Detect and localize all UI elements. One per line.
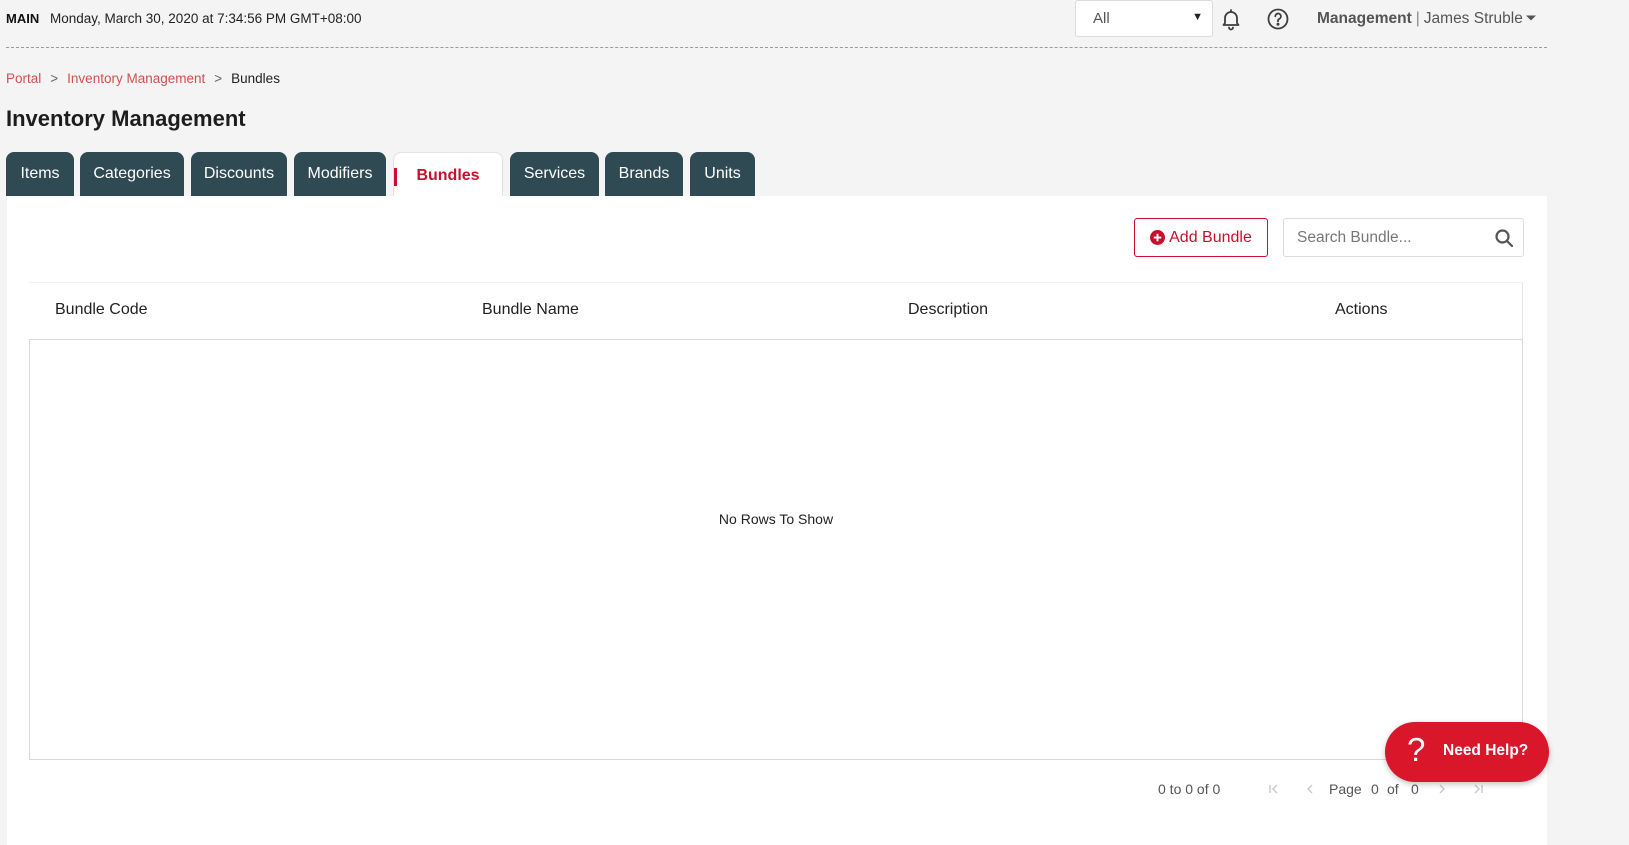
store-select-value: All: [1093, 10, 1110, 27]
need-help-button[interactable]: ? Need Help?: [1385, 722, 1549, 782]
caret-down-icon: ▼: [1192, 11, 1203, 23]
search-input[interactable]: [1297, 227, 1487, 249]
user-role: Management: [1317, 10, 1412, 27]
need-help-label: Need Help?: [1443, 742, 1529, 759]
breadcrumb-separator: >: [50, 71, 59, 86]
add-bundle-label: Add Bundle: [1169, 228, 1252, 246]
bundles-panel: Add Bundle Bundle Code Bundle Name Descr…: [7, 196, 1547, 845]
store-select[interactable]: All ▼: [1075, 0, 1213, 37]
current-datetime: Monday, March 30, 2020 at 7:34:56 PM GMT…: [50, 11, 362, 26]
pager-of-label: of: [1387, 781, 1399, 797]
tab-modifiers[interactable]: Modifiers: [294, 152, 386, 196]
bell-icon[interactable]: [1219, 7, 1243, 31]
pager-total-pages: 0: [1411, 781, 1419, 797]
pager-summary: 0 to 0 of 0: [1158, 781, 1221, 797]
location-label: MAIN: [6, 11, 40, 26]
plus-circle-icon: [1150, 230, 1166, 245]
grid-body: No Rows To Show: [29, 339, 1523, 760]
active-tab-marker: [394, 168, 397, 186]
breadcrumb-portal[interactable]: Portal: [6, 71, 41, 86]
breadcrumb-separator: >: [214, 71, 223, 86]
user-menu[interactable]: Management | James Struble: [1317, 10, 1523, 28]
page-title: Inventory Management: [6, 106, 246, 131]
previous-page-icon[interactable]: [1304, 783, 1316, 795]
empty-message: No Rows To Show: [718, 511, 834, 527]
tab-bundles-label: Bundles: [416, 166, 480, 184]
tab-services[interactable]: Services: [510, 152, 599, 196]
next-page-icon[interactable]: [1436, 783, 1448, 795]
user-separator: |: [1415, 10, 1420, 27]
column-header-actions[interactable]: Actions: [1335, 301, 1387, 319]
user-name: James Struble: [1423, 10, 1523, 27]
breadcrumb-inventory-management[interactable]: Inventory Management: [67, 71, 205, 86]
grid-header: Bundle Code Bundle Name Description Acti…: [29, 282, 1523, 339]
first-page-icon[interactable]: [1268, 783, 1280, 795]
column-header-bundle-code[interactable]: Bundle Code: [55, 301, 148, 319]
search-icon[interactable]: [1494, 228, 1514, 248]
pager-current-page: 0: [1371, 781, 1379, 797]
column-header-bundle-name[interactable]: Bundle Name: [482, 301, 579, 319]
column-header-description[interactable]: Description: [908, 301, 988, 319]
tab-items[interactable]: Items: [6, 152, 74, 196]
breadcrumb-current: Bundles: [231, 71, 280, 86]
pager-page-label: Page: [1329, 781, 1362, 797]
tab-brands[interactable]: Brands: [605, 152, 683, 196]
tab-units[interactable]: Units: [690, 152, 755, 196]
help-circle-icon[interactable]: [1266, 7, 1290, 31]
question-icon: ?: [1407, 731, 1426, 768]
tab-discounts[interactable]: Discounts: [191, 152, 287, 196]
search-box: [1283, 218, 1524, 257]
tab-categories[interactable]: Categories: [80, 152, 184, 196]
last-page-icon[interactable]: [1472, 783, 1484, 795]
top-bar: MAIN Monday, March 30, 2020 at 7:34:56 P…: [6, 0, 1547, 48]
tab-bundles[interactable]: Bundles: [393, 152, 503, 198]
chevron-down-icon[interactable]: [1525, 12, 1537, 24]
breadcrumb: Portal > Inventory Management > Bundles: [6, 71, 280, 86]
add-bundle-button[interactable]: Add Bundle: [1134, 218, 1268, 257]
